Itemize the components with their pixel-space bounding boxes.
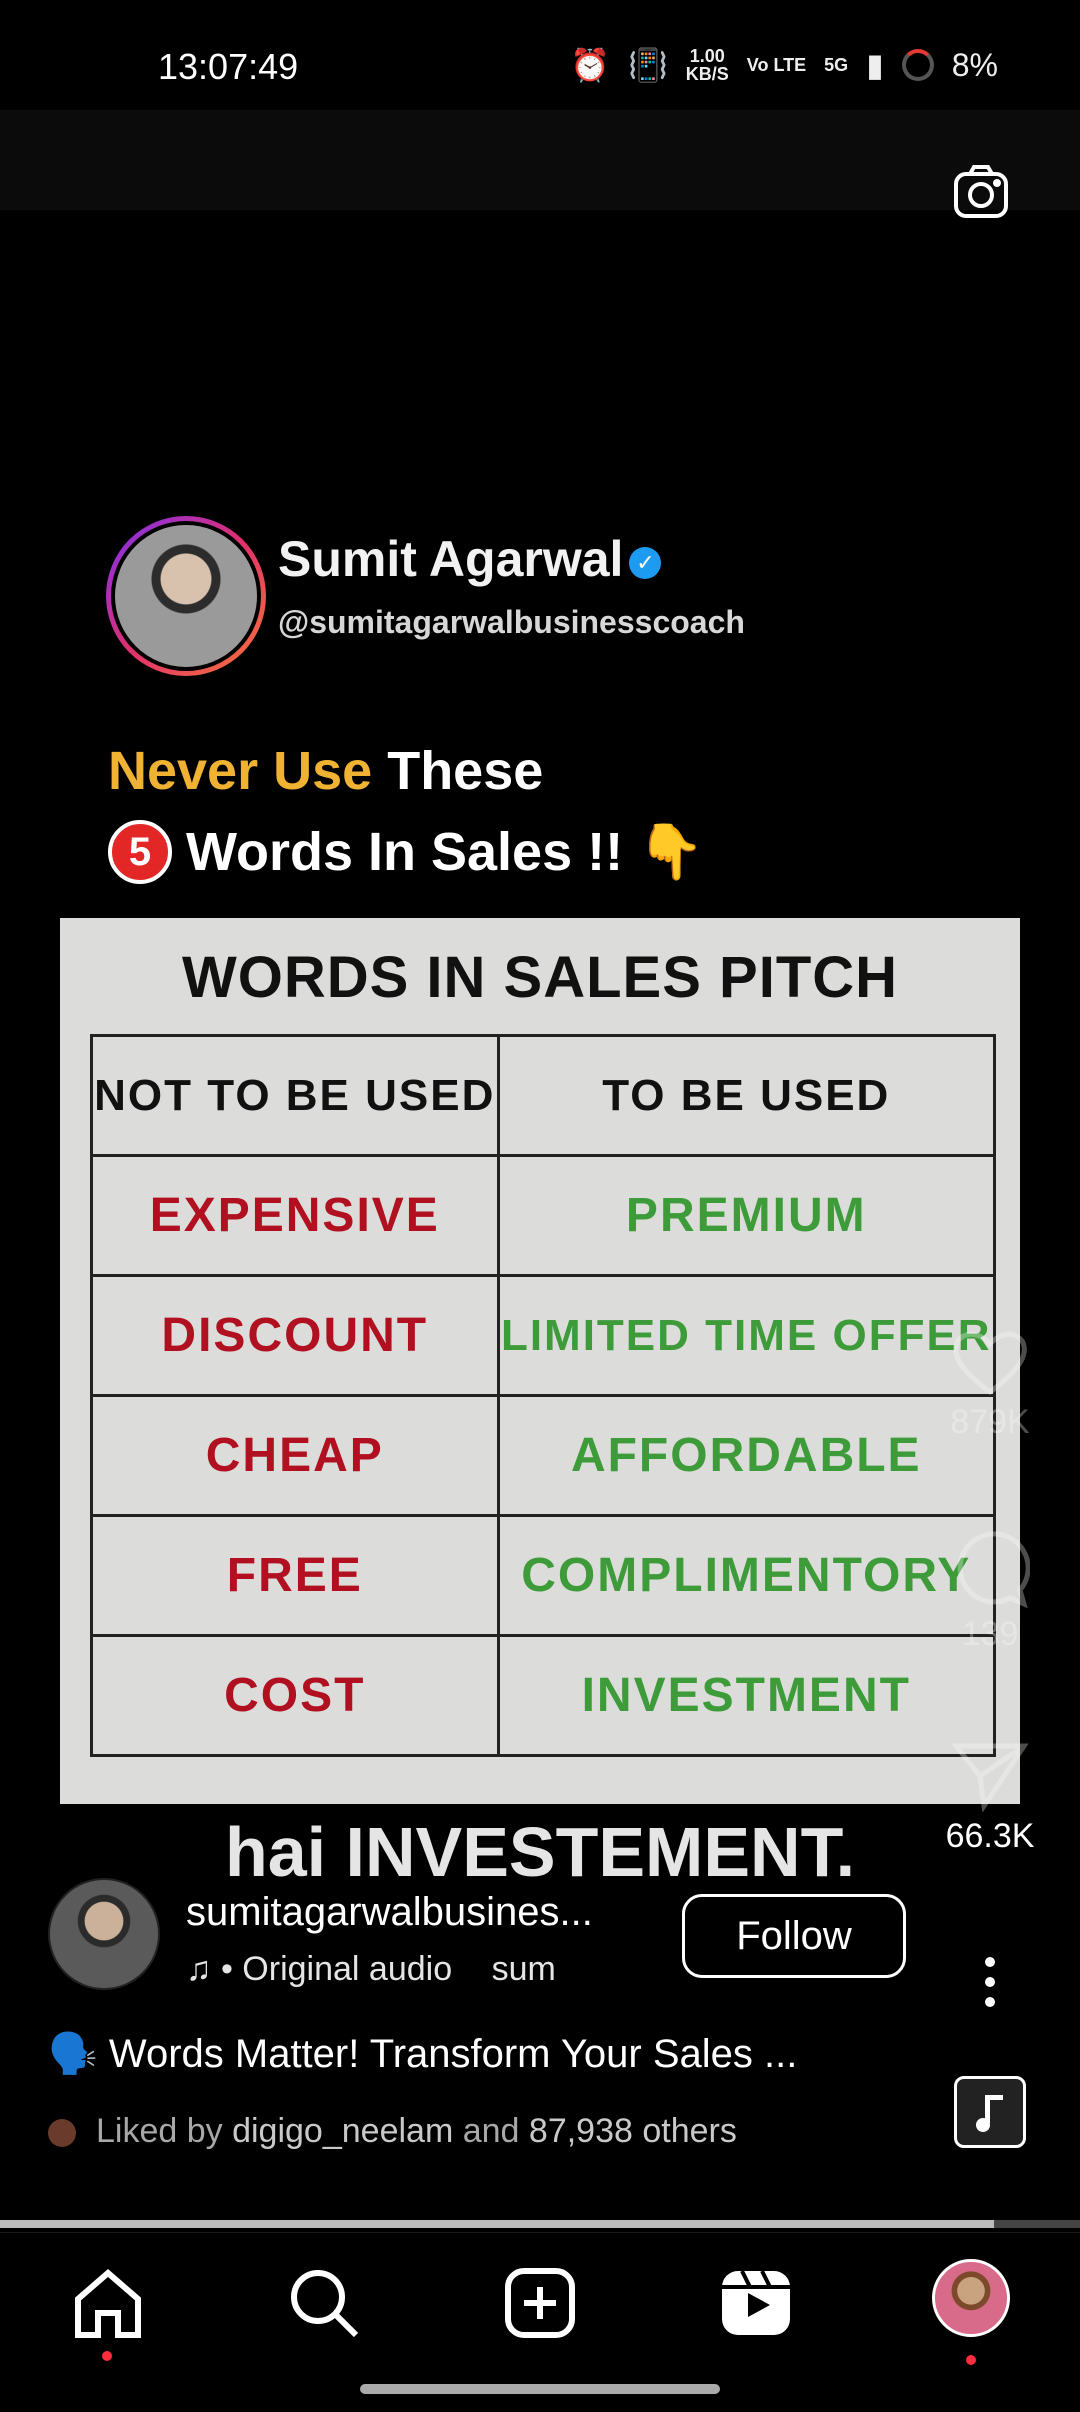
table-row: CHEAP AFFORDABLE bbox=[90, 1394, 997, 1517]
header-not-used: NOT TO BE USED bbox=[90, 1034, 500, 1157]
video-progress-bar[interactable] bbox=[0, 2220, 1080, 2228]
word-not-used: EXPENSIVE bbox=[90, 1154, 500, 1277]
words-table: NOT TO BE USED TO BE USED EXPENSIVE PREM… bbox=[90, 1034, 997, 1757]
share-icon[interactable] bbox=[950, 1740, 1030, 1813]
home-notification-dot bbox=[102, 2351, 112, 2361]
word-not-used: DISCOUNT bbox=[90, 1274, 500, 1397]
search-icon[interactable] bbox=[284, 2263, 364, 2343]
table-header-row: NOT TO BE USED TO BE USED bbox=[90, 1034, 997, 1157]
headline-line1: Never Use These bbox=[108, 741, 544, 801]
word-not-used: CHEAP bbox=[90, 1394, 500, 1517]
profile-avatar-nav[interactable] bbox=[932, 2259, 1010, 2337]
audio-thumbnail[interactable] bbox=[954, 2076, 1026, 2148]
video-caption-overlay: hai INVESTEMENT. bbox=[224, 1813, 856, 1891]
comment-count: 139 bbox=[961, 1615, 1019, 1653]
audio-info[interactable]: ♫ • Original audio sum bbox=[186, 1950, 586, 1989]
video-progress-fill bbox=[0, 2220, 994, 2228]
more-vertical-icon[interactable] bbox=[970, 1954, 1010, 2010]
signal-icon: ▮ bbox=[866, 47, 884, 83]
post-description[interactable]: 🗣️ Words Matter! Transform Your Sales ..… bbox=[48, 2030, 888, 2077]
table-row: EXPENSIVE PREMIUM bbox=[90, 1154, 997, 1277]
creator-avatar bbox=[106, 516, 266, 676]
creator-handle: @sumitagarwalbusinesscoach bbox=[278, 604, 745, 640]
header-used: TO BE USED bbox=[496, 1034, 997, 1157]
music-note-icon bbox=[976, 2095, 1003, 2132]
liker-avatar bbox=[48, 2119, 76, 2148]
creator-name: Sumit Agarwal ✓ bbox=[278, 530, 662, 588]
reels-icon[interactable] bbox=[716, 2263, 796, 2343]
status-icons: ⏰ 📳 1.00 KB/S Vo LTE 5G ▮ 8% bbox=[570, 46, 998, 84]
comment-action[interactable]: 139 bbox=[920, 1530, 1060, 1654]
network-label: 5G bbox=[824, 55, 849, 75]
profile-notification-dot bbox=[966, 2355, 976, 2365]
follow-button[interactable]: Follow bbox=[682, 1894, 906, 1978]
heart-icon[interactable] bbox=[950, 1326, 1030, 1398]
like-action[interactable]: 879K bbox=[920, 1326, 1060, 1442]
like-count: 879K bbox=[950, 1403, 1030, 1441]
camera-icon[interactable] bbox=[950, 160, 1016, 226]
share-count: 66.3K bbox=[945, 1817, 1035, 1855]
headline-line2: 5 Words In Sales !! 👇 bbox=[108, 820, 704, 884]
word-used: PREMIUM bbox=[496, 1154, 997, 1277]
table-row: COST INVESTMENT bbox=[90, 1634, 997, 1757]
words-table-card: WORDS IN SALES PITCH NOT TO BE USED TO B… bbox=[60, 918, 1020, 1804]
volte-label: Vo LTE bbox=[746, 55, 807, 75]
net-speed: 1.00 KB/S bbox=[685, 46, 729, 84]
plus-square-icon[interactable] bbox=[500, 2263, 580, 2343]
author-username[interactable]: sumitagarwalbusines... bbox=[186, 1890, 646, 1935]
pointing-down-icon: 👇 bbox=[637, 821, 705, 882]
status-time: 13:07:49 bbox=[158, 46, 299, 87]
share-action[interactable]: 66.3K bbox=[920, 1740, 1060, 1856]
home-icon[interactable] bbox=[68, 2263, 148, 2343]
home-indicator[interactable] bbox=[360, 2384, 720, 2394]
table-title: WORDS IN SALES PITCH bbox=[181, 945, 899, 1010]
liked-by[interactable]: Liked by digigo_neelam and 87,938 others bbox=[48, 2112, 737, 2151]
vibrate-icon: 📳 bbox=[627, 47, 668, 83]
battery-percent: 8% bbox=[951, 46, 998, 83]
music-note-icon: ♫ bbox=[186, 1950, 212, 1988]
table-row: FREE COMPLIMENTORY bbox=[90, 1514, 997, 1637]
table-row: DISCOUNT LIMITED TIME OFFER bbox=[90, 1274, 997, 1397]
word-not-used: FREE bbox=[90, 1514, 500, 1637]
number-badge: 5 bbox=[108, 820, 172, 884]
status-bar: 13:07:49 ⏰ 📳 1.00 KB/S Vo LTE 5G ▮ 8% bbox=[0, 0, 1080, 110]
battery-icon bbox=[901, 49, 934, 81]
author-avatar[interactable] bbox=[48, 1878, 160, 1990]
comment-icon[interactable] bbox=[950, 1530, 1031, 1610]
verified-badge-icon: ✓ bbox=[629, 546, 662, 579]
alarm-icon: ⏰ bbox=[570, 47, 610, 83]
creator-photo bbox=[111, 521, 261, 671]
top-strip bbox=[0, 110, 1080, 210]
word-not-used: COST bbox=[90, 1634, 500, 1757]
